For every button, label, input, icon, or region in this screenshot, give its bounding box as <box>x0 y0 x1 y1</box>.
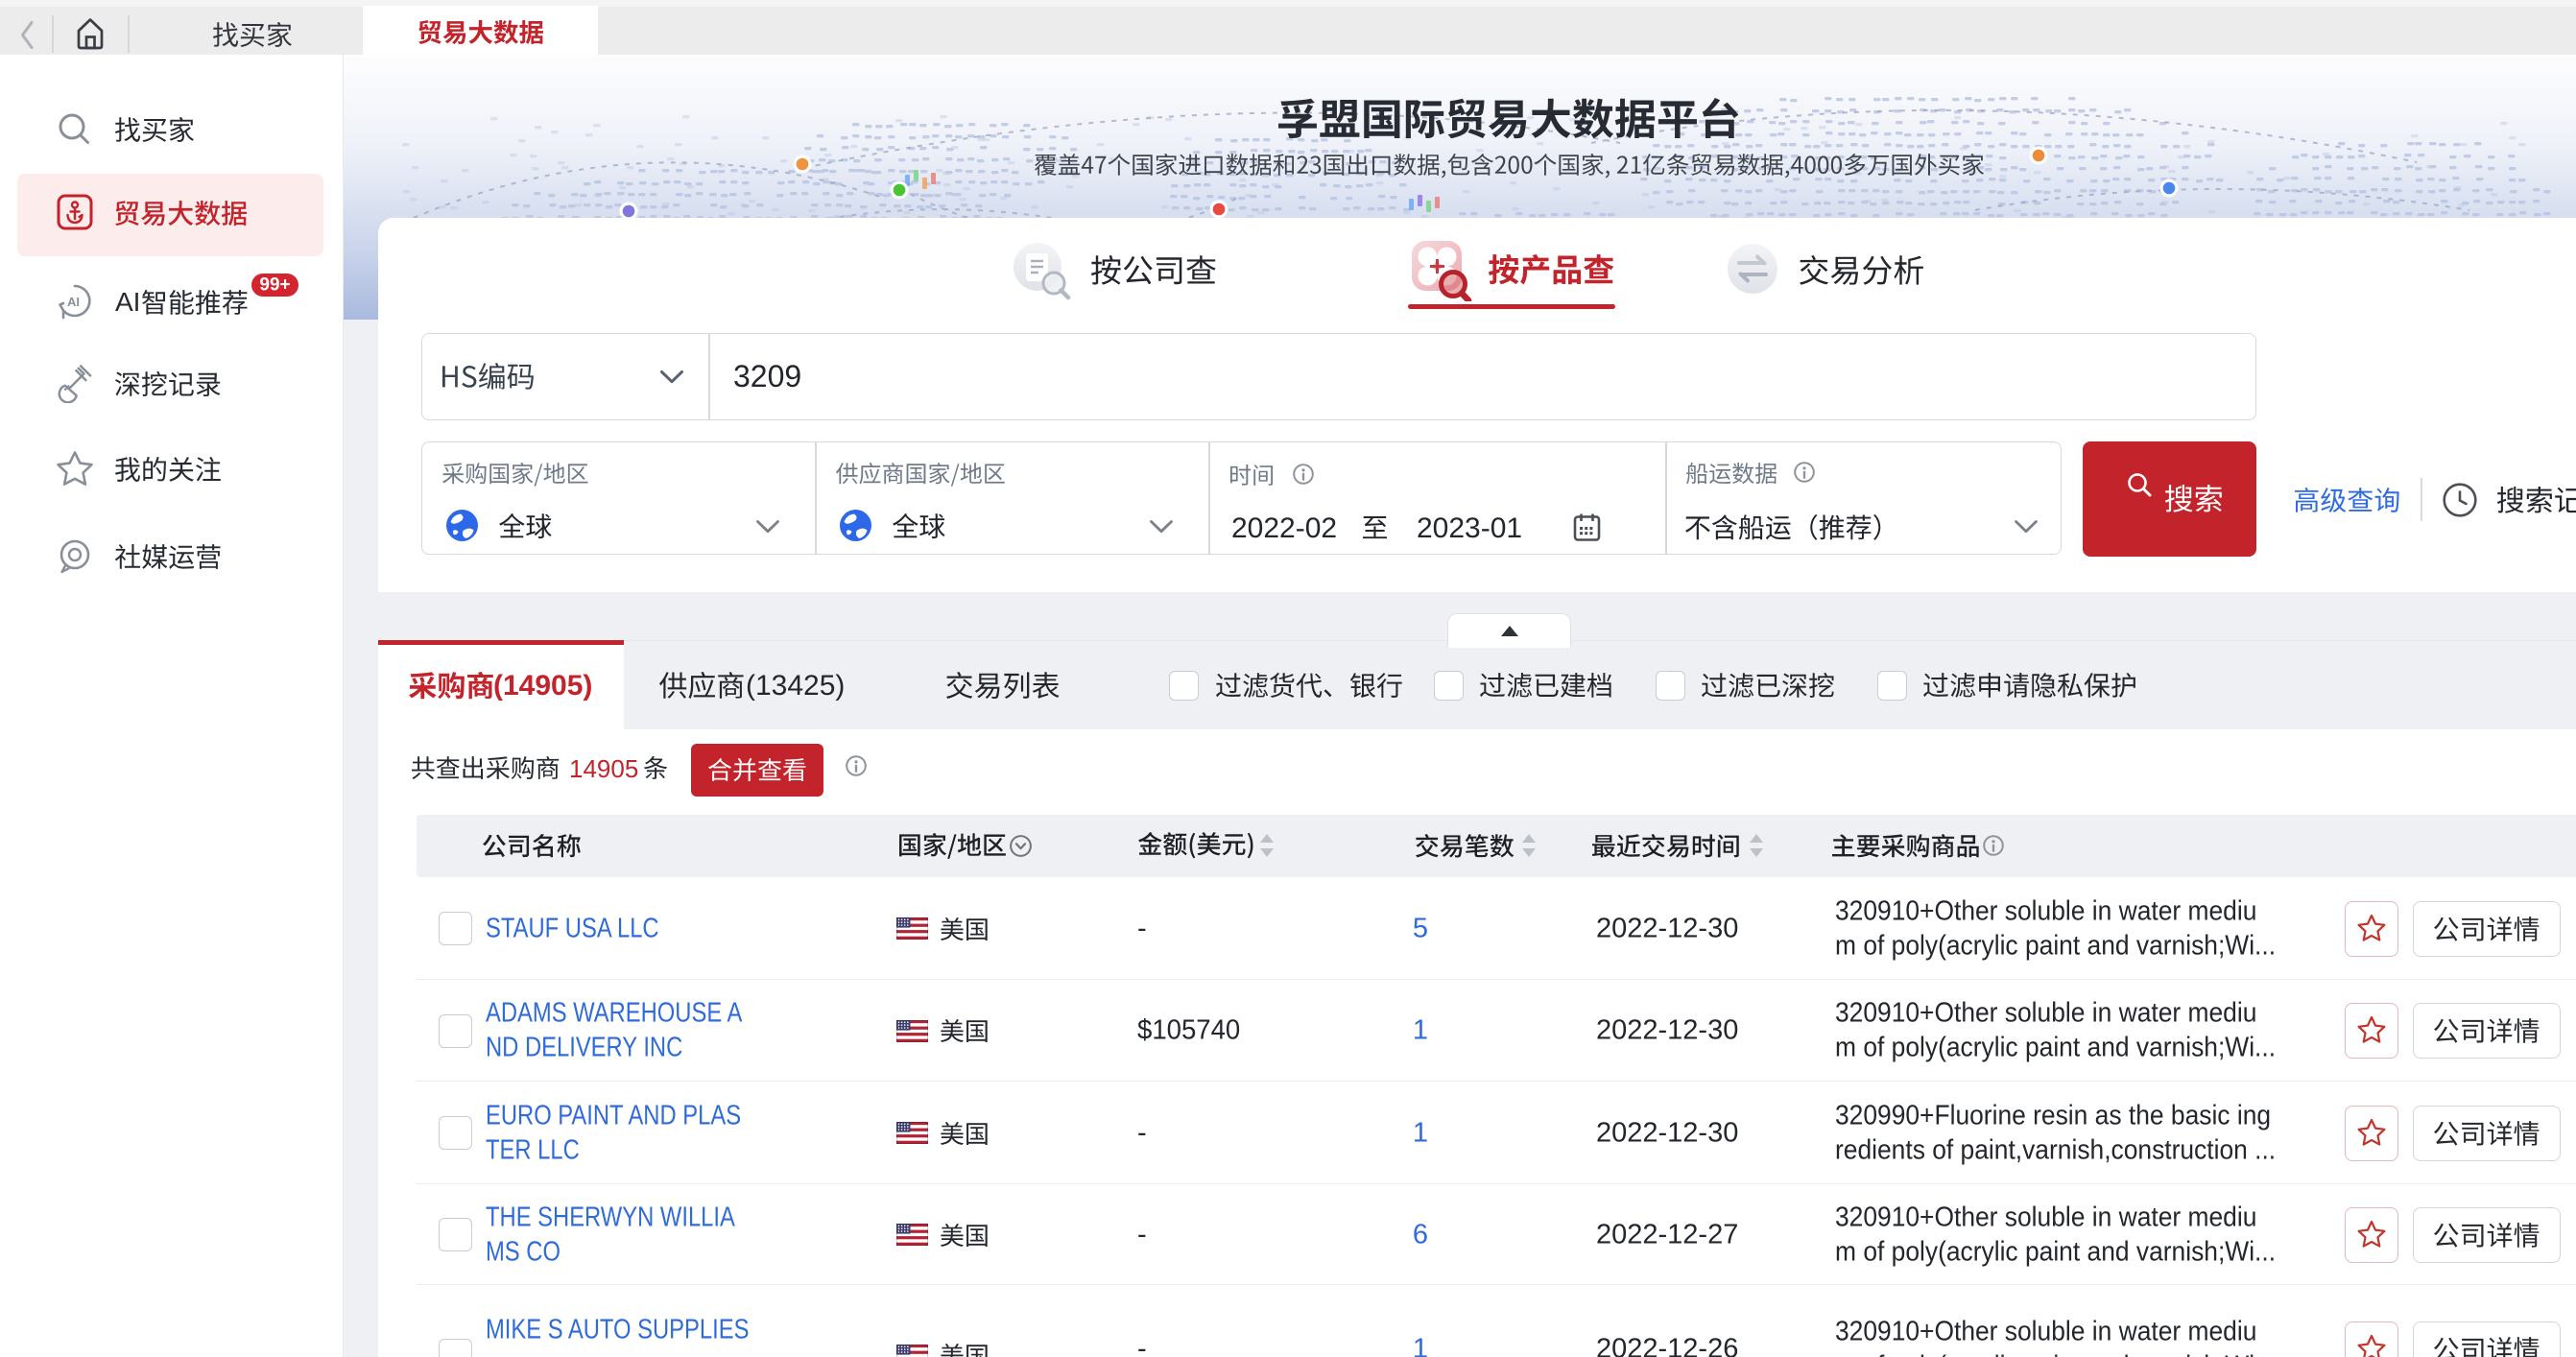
svg-text:AI: AI <box>67 295 80 309</box>
